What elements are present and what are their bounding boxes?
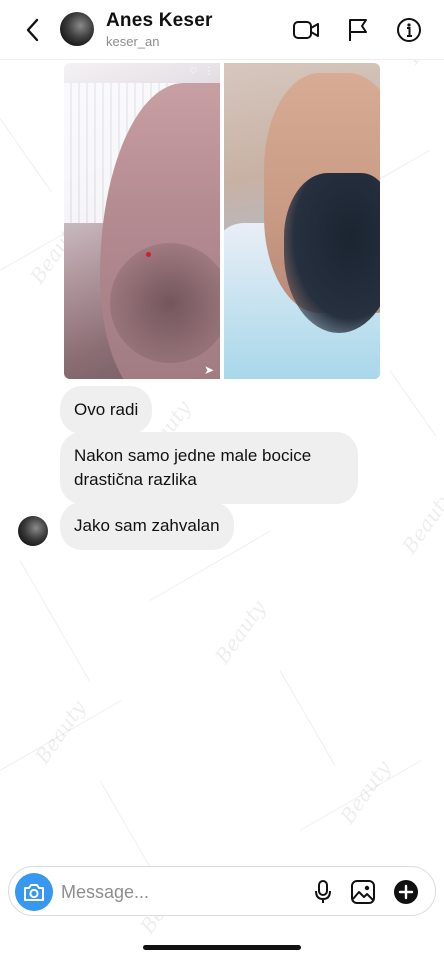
back-chevron-icon[interactable] — [20, 16, 44, 44]
home-indicator — [143, 945, 301, 950]
heart-icon: ♡ — [189, 66, 198, 77]
flag-icon[interactable] — [344, 16, 372, 44]
message-composer — [8, 866, 436, 916]
message-bubble[interactable]: Ovo radi — [60, 386, 153, 434]
contact-name: Anes Keser — [106, 10, 213, 31]
shared-photos-message[interactable]: ♡ ⋮ ➤ — [64, 63, 380, 379]
more-icon: ⋮ — [204, 66, 214, 77]
before-photo[interactable]: ♡ ⋮ ➤ — [64, 63, 220, 379]
message-input[interactable] — [61, 875, 291, 909]
contact-info[interactable]: Anes Keser keser_an — [106, 10, 213, 49]
message-bubble[interactable]: Nakon samo jedne male bocice drastična r… — [60, 432, 358, 504]
photo-overlay-icons: ♡ ⋮ — [189, 66, 214, 77]
camera-icon — [24, 884, 44, 901]
microphone-icon[interactable] — [309, 878, 337, 906]
share-arrow-icon: ➤ — [203, 363, 214, 377]
gallery-icon[interactable] — [349, 878, 377, 906]
sender-avatar[interactable] — [18, 516, 48, 546]
camera-button[interactable] — [15, 873, 53, 911]
info-icon[interactable] — [395, 16, 423, 44]
chat-header: Anes Keser keser_an — [0, 0, 444, 60]
add-icon[interactable] — [392, 878, 420, 906]
after-photo[interactable] — [224, 63, 380, 379]
message-bubble[interactable]: Jako sam zahvalan — [60, 502, 234, 550]
contact-username: keser_an — [106, 34, 160, 49]
avatar[interactable] — [60, 12, 94, 46]
video-call-icon[interactable] — [292, 16, 320, 44]
